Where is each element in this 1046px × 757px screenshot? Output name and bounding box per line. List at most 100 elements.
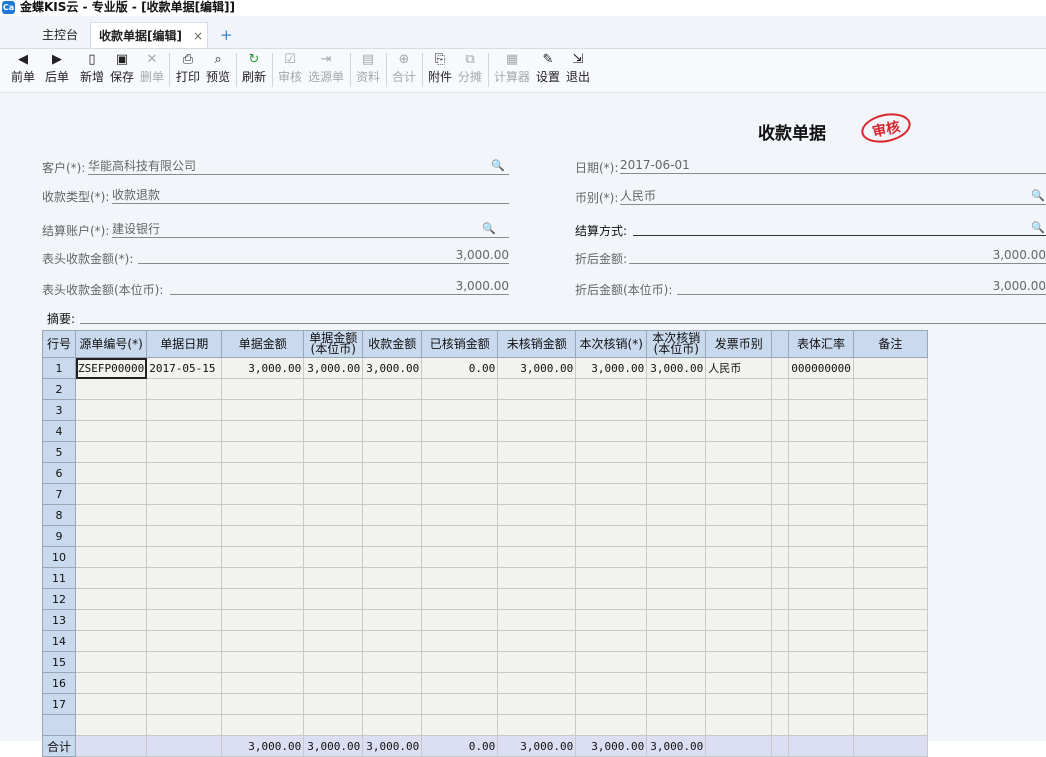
grid-cell[interactable] — [788, 693, 854, 715]
select-source-button[interactable]: ⇥ 选源单 — [306, 51, 346, 89]
discount-amount-base-field[interactable]: 3,000.00 — [677, 279, 1046, 295]
grid-cell[interactable] — [771, 609, 790, 631]
grid-cell[interactable] — [771, 588, 790, 610]
grid-cell[interactable] — [146, 651, 223, 673]
grid-cell[interactable] — [646, 546, 707, 568]
grid-cell[interactable] — [421, 420, 499, 442]
currency-lookup-icon[interactable]: 🔍 — [1031, 190, 1045, 202]
customer-lookup-icon[interactable]: 🔍 — [491, 160, 505, 172]
grid-cell[interactable] — [646, 672, 707, 694]
grid-cell[interactable] — [146, 399, 223, 421]
grid-cell[interactable] — [788, 546, 854, 568]
save-button[interactable]: ▣ 保存 — [108, 51, 136, 89]
grid-cell[interactable] — [788, 420, 854, 442]
grid-cell[interactable] — [221, 651, 305, 673]
grid-cell[interactable] — [771, 630, 790, 652]
grid-cell[interactable] — [771, 714, 790, 736]
grid-cell[interactable] — [146, 546, 223, 568]
grid-cell[interactable]: ZSEFP00000 — [74, 357, 148, 379]
grid-cell[interactable] — [74, 651, 148, 673]
column-header[interactable]: 未核销金额 — [497, 330, 577, 358]
grid-cell[interactable] — [771, 462, 790, 484]
grid-cell[interactable] — [771, 483, 790, 505]
attachment-button[interactable]: ⎘ 附件 — [426, 51, 454, 89]
grid-cell[interactable] — [146, 630, 223, 652]
grid-cell[interactable] — [221, 462, 305, 484]
print-button[interactable]: ⎙ 打印 — [174, 51, 202, 89]
column-header[interactable]: 本次核销(本位币) — [646, 330, 707, 358]
grid-cell[interactable] — [497, 420, 577, 442]
grid-cell[interactable] — [303, 483, 364, 505]
grid-cell[interactable] — [705, 525, 773, 547]
grid-cell[interactable] — [497, 483, 577, 505]
grid-cell[interactable] — [646, 714, 707, 736]
grid-cell[interactable] — [303, 609, 364, 631]
grid-cell[interactable] — [575, 714, 648, 736]
column-header[interactable]: 表体汇率 — [788, 330, 854, 358]
grid-cell[interactable] — [575, 567, 648, 589]
grid-cell[interactable] — [705, 504, 773, 526]
grid-cell[interactable] — [646, 399, 707, 421]
settings-button[interactable]: ✎ 设置 — [534, 51, 562, 89]
grid-cell[interactable] — [421, 483, 499, 505]
grid-cell[interactable] — [421, 630, 499, 652]
grid-cell[interactable] — [705, 609, 773, 631]
grid-cell[interactable] — [221, 504, 305, 526]
grid-cell[interactable] — [852, 399, 928, 421]
grid-cell[interactable] — [221, 420, 305, 442]
grid-cell[interactable] — [421, 525, 499, 547]
grid-cell[interactable] — [852, 546, 928, 568]
grid-cell[interactable] — [705, 462, 773, 484]
account-field[interactable]: 建设银行 — [112, 222, 509, 238]
grid-cell[interactable] — [303, 420, 364, 442]
grid-cell[interactable] — [575, 399, 648, 421]
merge-button[interactable]: ⊕ 合计 — [390, 51, 418, 89]
grid-cell[interactable] — [575, 378, 648, 400]
split-button[interactable]: ⧉ 分摊 — [456, 51, 484, 89]
grid-cell[interactable] — [771, 378, 790, 400]
grid-cell[interactable] — [74, 546, 148, 568]
grid-cell[interactable] — [303, 399, 364, 421]
grid-cell[interactable] — [646, 462, 707, 484]
grid-cell[interactable] — [788, 714, 854, 736]
grid-cell[interactable] — [575, 525, 648, 547]
grid-cell[interactable] — [303, 462, 364, 484]
grid-cell[interactable] — [362, 462, 423, 484]
grid-cell[interactable]: 3,000.00 — [221, 357, 305, 379]
grid-cell[interactable] — [646, 525, 707, 547]
grid-cell[interactable] — [575, 609, 648, 631]
prev-button[interactable]: ◀ 前单 — [8, 51, 38, 89]
grid-cell[interactable] — [74, 462, 148, 484]
grid-cell[interactable]: 人民币 — [705, 357, 773, 379]
grid-cell[interactable] — [852, 441, 928, 463]
grid-cell[interactable] — [705, 630, 773, 652]
grid-cell[interactable] — [421, 672, 499, 694]
grid-cell[interactable] — [362, 546, 423, 568]
grid-cell[interactable] — [705, 714, 773, 736]
grid-cell[interactable] — [74, 420, 148, 442]
grid-cell[interactable] — [788, 567, 854, 589]
grid-cell[interactable] — [575, 504, 648, 526]
grid-cell[interactable] — [146, 567, 223, 589]
grid-cell[interactable] — [362, 525, 423, 547]
grid-cell[interactable] — [74, 399, 148, 421]
grid-cell[interactable] — [705, 483, 773, 505]
refresh-button[interactable]: ↻ 刷新 — [240, 51, 268, 89]
currency-field[interactable]: 人民币 — [620, 189, 1046, 205]
grid-cell[interactable] — [421, 651, 499, 673]
grid-cell[interactable] — [421, 504, 499, 526]
grid-cell[interactable] — [74, 693, 148, 715]
grid-cell[interactable] — [852, 672, 928, 694]
grid-cell[interactable] — [74, 714, 148, 736]
grid-cell[interactable] — [497, 462, 577, 484]
grid-cell[interactable] — [852, 525, 928, 547]
column-header[interactable]: 单据金额 — [221, 330, 305, 358]
grid-cell[interactable] — [575, 462, 648, 484]
new-button[interactable]: ▯ 新增 — [78, 51, 106, 89]
grid-cell[interactable] — [303, 588, 364, 610]
grid-cell[interactable] — [362, 588, 423, 610]
grid-cell[interactable] — [852, 420, 928, 442]
grid-cell[interactable] — [146, 504, 223, 526]
grid-cell[interactable] — [303, 567, 364, 589]
tab-home[interactable]: 主控台 — [34, 22, 88, 48]
